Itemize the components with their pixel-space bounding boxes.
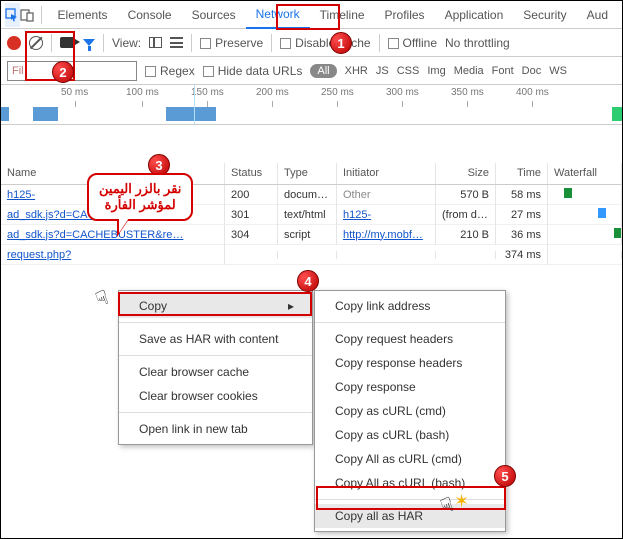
filter-img[interactable]: Img bbox=[427, 65, 445, 77]
annotation-box-5 bbox=[316, 486, 506, 510]
timeline-tick: 300 ms bbox=[386, 87, 419, 98]
preserve-log-checkbox[interactable]: Preserve bbox=[200, 36, 263, 50]
menu-save-har[interactable]: Save as HAR with content bbox=[119, 327, 312, 351]
request-name-link[interactable]: h125- bbox=[7, 189, 35, 201]
throttle-select[interactable]: No throttling bbox=[445, 36, 510, 50]
cell-waterfall bbox=[548, 224, 622, 245]
cell-waterfall bbox=[548, 251, 622, 259]
col-waterfall[interactable]: Waterfall bbox=[548, 163, 622, 184]
cell-size: 570 B bbox=[436, 185, 496, 205]
tab-audits[interactable]: Aud bbox=[577, 1, 618, 29]
timeline-tick: 250 ms bbox=[321, 87, 354, 98]
cell-time: 374 ms bbox=[496, 245, 548, 265]
annotation-badge-4: 4 bbox=[297, 270, 319, 292]
cell-initiator[interactable] bbox=[337, 251, 436, 259]
cell-time: 36 ms bbox=[496, 225, 548, 245]
filter-doc[interactable]: Doc bbox=[522, 65, 542, 77]
timeline-tick: 100 ms bbox=[126, 87, 159, 98]
annotation-callout: نقر بالزر اليمينلمؤشر الفأرة bbox=[87, 173, 193, 221]
click-spark-icon: ✶ bbox=[454, 491, 469, 512]
tab-profiles[interactable]: Profiles bbox=[375, 1, 435, 29]
cell-time: 27 ms bbox=[496, 205, 548, 225]
menu-clear-cookies[interactable]: Clear browser cookies bbox=[119, 384, 312, 408]
filter-js[interactable]: JS bbox=[376, 65, 389, 77]
cell-initiator[interactable]: Other bbox=[337, 185, 436, 205]
timeline-tick: 50 ms bbox=[61, 87, 88, 98]
tab-sources[interactable]: Sources bbox=[182, 1, 246, 29]
timeline-tick: 350 ms bbox=[451, 87, 484, 98]
menu-copy-link[interactable]: Copy link address bbox=[315, 294, 505, 318]
cell-type: docume… bbox=[278, 185, 337, 205]
annotation-box-1 bbox=[276, 4, 340, 30]
cell-type: script bbox=[278, 225, 337, 245]
cell-status: 301 bbox=[225, 205, 278, 225]
cell-size bbox=[436, 251, 496, 259]
menu-copy-response[interactable]: Copy response bbox=[315, 375, 505, 399]
menu-copy-curl-bash[interactable]: Copy as cURL (bash) bbox=[315, 423, 505, 447]
view-label: View: bbox=[112, 36, 141, 50]
view-small-icon[interactable] bbox=[170, 37, 183, 48]
col-size[interactable]: Size bbox=[436, 163, 496, 184]
cell-initiator[interactable]: h125- bbox=[337, 205, 436, 225]
cell-status: 200 bbox=[225, 185, 278, 205]
tab-application[interactable]: Application bbox=[435, 1, 514, 29]
menu-copy-req-headers[interactable]: Copy request headers bbox=[315, 327, 505, 351]
cell-waterfall bbox=[548, 184, 622, 205]
cursor-icon: ☟ bbox=[92, 285, 112, 313]
filter-bar: Regex Hide data URLs All XHR JS CSS Img … bbox=[1, 57, 622, 85]
menu-copy-curl-cmd[interactable]: Copy as cURL (cmd) bbox=[315, 399, 505, 423]
menu-open-tab[interactable]: Open link in new tab bbox=[119, 417, 312, 441]
menu-clear-cache[interactable]: Clear browser cache bbox=[119, 360, 312, 384]
timeline-tick: 400 ms bbox=[516, 87, 549, 98]
filter-media[interactable]: Media bbox=[454, 65, 484, 77]
table-row[interactable]: ad_sdk.js?d=CACHEBUSTER&re… 304scripthttp… bbox=[1, 225, 622, 245]
cell-time: 58 ms bbox=[496, 185, 548, 205]
filter-icon[interactable] bbox=[83, 39, 95, 46]
filter-css[interactable]: CSS bbox=[397, 65, 420, 77]
tab-elements[interactable]: Elements bbox=[48, 1, 118, 29]
request-name-link[interactable]: ad_sdk.js?d=CACHEBUSTER&re… bbox=[7, 229, 183, 241]
filter-font[interactable]: Font bbox=[492, 65, 514, 77]
record-button[interactable] bbox=[7, 36, 21, 50]
inspect-icon[interactable] bbox=[5, 3, 20, 27]
timeline-tick: 200 ms bbox=[256, 87, 289, 98]
hide-urls-checkbox[interactable]: Hide data URLs bbox=[203, 64, 303, 78]
col-initiator[interactable]: Initiator bbox=[337, 163, 436, 184]
filter-ws[interactable]: WS bbox=[549, 65, 567, 77]
timeline-tick: 150 ms bbox=[191, 87, 224, 98]
cell-size: 210 B bbox=[436, 225, 496, 245]
cell-status: 304 bbox=[225, 225, 278, 245]
filter-all[interactable]: All bbox=[310, 64, 336, 78]
table-row[interactable]: request.php? 374 ms bbox=[1, 245, 622, 265]
col-type[interactable]: Type bbox=[278, 163, 337, 184]
filter-xhr[interactable]: XHR bbox=[345, 65, 368, 77]
view-large-icon[interactable] bbox=[149, 37, 162, 48]
menu-copy-all-curl-cmd[interactable]: Copy All as cURL (cmd) bbox=[315, 447, 505, 471]
annotation-badge-2: 2 bbox=[52, 61, 74, 83]
col-status[interactable]: Status bbox=[225, 163, 278, 184]
offline-checkbox[interactable]: Offline bbox=[388, 36, 437, 50]
menu-copy-res-headers[interactable]: Copy response headers bbox=[315, 351, 505, 375]
request-name-link[interactable]: request.php? bbox=[7, 249, 71, 261]
cell-initiator[interactable]: http://my.mobf… bbox=[337, 225, 436, 245]
cell-status bbox=[225, 251, 278, 259]
annotation-box-4 bbox=[118, 292, 312, 316]
col-time[interactable]: Time bbox=[496, 163, 548, 184]
annotation-badge-5: 5 bbox=[494, 465, 516, 487]
tab-security[interactable]: Security bbox=[513, 1, 576, 29]
disable-cache-checkbox[interactable]: Disable cache bbox=[280, 36, 370, 50]
device-icon[interactable] bbox=[20, 3, 35, 27]
cell-size: (from di… bbox=[436, 205, 496, 225]
regex-checkbox[interactable]: Regex bbox=[145, 64, 195, 78]
network-toolbar: View: Preserve Disable cache Offline No … bbox=[1, 29, 622, 57]
cell-waterfall bbox=[548, 204, 622, 225]
tab-console[interactable]: Console bbox=[118, 1, 182, 29]
timeline-overview[interactable]: 50 ms 100 ms 150 ms 200 ms 250 ms 300 ms… bbox=[1, 85, 622, 125]
cell-type bbox=[278, 251, 337, 259]
annotation-badge-1: 1 bbox=[330, 32, 352, 54]
cell-type: text/html bbox=[278, 205, 337, 225]
